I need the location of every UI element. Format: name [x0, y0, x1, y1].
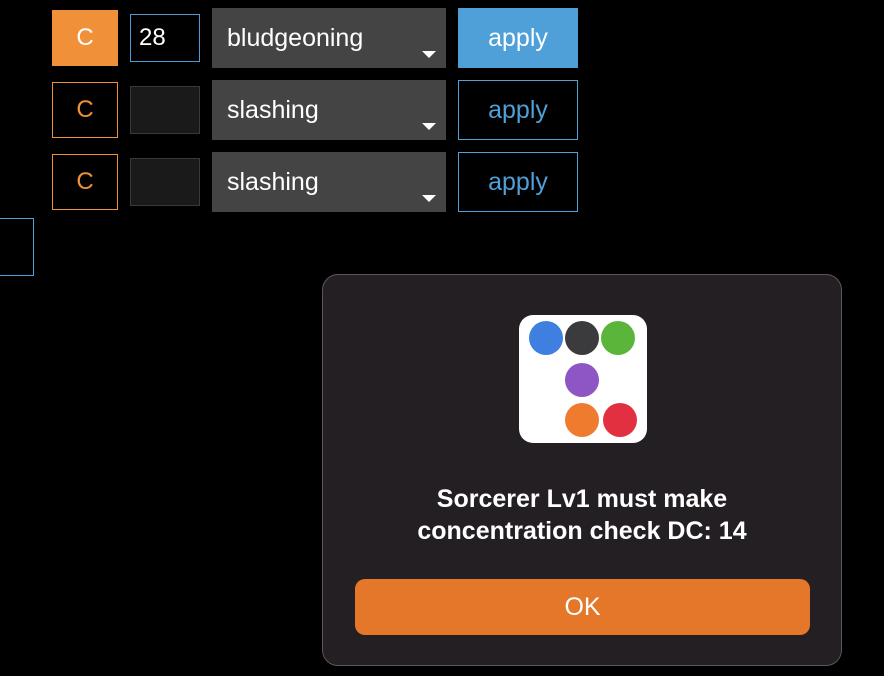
- concentration-button[interactable]: C: [52, 82, 118, 138]
- dialog-message-line1: Sorcerer Lv1 must make: [436, 485, 728, 513]
- damage-type-value: slashing: [227, 167, 319, 196]
- concentration-button[interactable]: C: [52, 154, 118, 210]
- partial-button[interactable]: [0, 218, 34, 276]
- concentration-button[interactable]: C: [52, 10, 118, 66]
- damage-amount-input[interactable]: [130, 158, 200, 206]
- dialog-message: Sorcerer Lv1 must make concentration che…: [343, 483, 821, 547]
- damage-type-select[interactable]: slashing: [212, 80, 446, 140]
- damage-type-select[interactable]: slashing: [212, 152, 446, 212]
- dialog-message-line2: concentration check DC: 14: [417, 517, 747, 545]
- app-dots-icon: [519, 315, 647, 443]
- green-dot: [601, 321, 635, 355]
- damage-row: C 28 bludgeoning apply: [0, 8, 600, 68]
- damage-row: C slashing apply: [0, 80, 600, 140]
- apply-button[interactable]: apply: [458, 80, 578, 140]
- dark-dot: [565, 321, 599, 355]
- apply-button[interactable]: apply: [458, 152, 578, 212]
- dropdown-caret-icon: [422, 123, 436, 130]
- apply-button[interactable]: apply: [458, 8, 578, 68]
- damage-amount-input[interactable]: 28: [130, 14, 200, 62]
- damage-amount-input[interactable]: [130, 86, 200, 134]
- damage-row: C slashing apply: [0, 152, 600, 212]
- blue-dot: [529, 321, 563, 355]
- dropdown-caret-icon: [422, 195, 436, 202]
- damage-type-value: bludgeoning: [227, 23, 364, 52]
- damage-type-select[interactable]: bludgeoning: [212, 8, 446, 68]
- damage-type-value: slashing: [227, 95, 319, 124]
- purple-dot: [565, 363, 599, 397]
- ok-button[interactable]: OK: [355, 579, 810, 635]
- orange-dot: [565, 403, 599, 437]
- dropdown-caret-icon: [422, 51, 436, 58]
- alert-dialog: Sorcerer Lv1 must make concentration che…: [322, 274, 842, 666]
- red-dot: [603, 403, 637, 437]
